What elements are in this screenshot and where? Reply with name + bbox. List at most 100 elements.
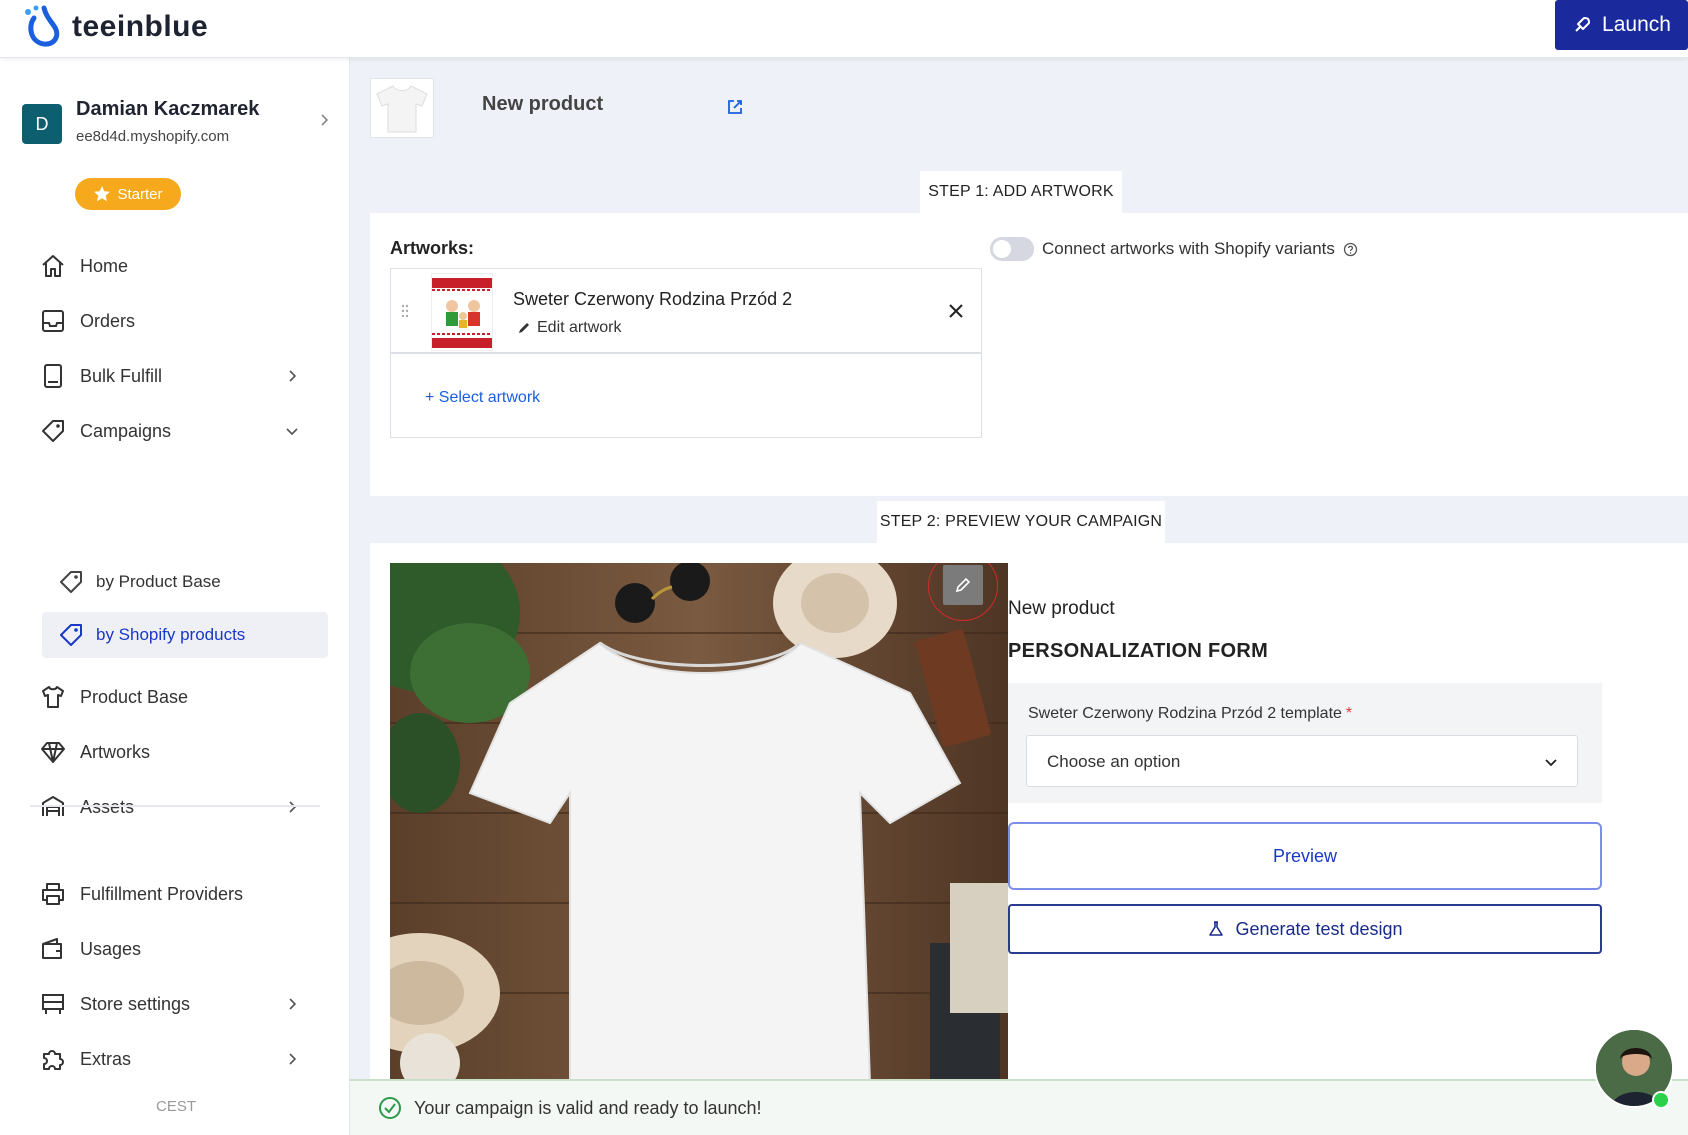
sidebar-item-label: Campaigns xyxy=(80,420,172,441)
artwork-name: Sweter Czerwony Rodzina Przód 2 xyxy=(513,289,793,309)
launch-button[interactable]: Launch xyxy=(1555,0,1688,50)
sidebar-item-artworks[interactable]: Artworks xyxy=(38,732,310,772)
tag-icon xyxy=(42,420,64,442)
step2-tab: STEP 2: PREVIEW YOUR CAMPAIGN xyxy=(877,501,1165,543)
tag-icon xyxy=(60,571,82,593)
connect-variants-text: Connect artworks with Shopify variants xyxy=(1042,239,1335,258)
chevron-down-icon xyxy=(286,428,298,436)
check-circle-icon xyxy=(379,1097,401,1119)
tag-icon xyxy=(60,624,82,646)
sidebar-item-label: Product Base xyxy=(80,686,189,707)
template-select-value: Choose an option xyxy=(1047,752,1181,771)
sidebar-item-label: Assets xyxy=(80,796,135,817)
edit-artwork-link[interactable]: Edit artwork xyxy=(517,319,621,337)
user-account[interactable]: D Damian Kaczmarek ee8d4d.myshopify.com xyxy=(22,98,332,158)
tshirt-thumbnail-icon xyxy=(376,85,428,133)
server-icon xyxy=(42,994,64,1014)
preview-label: Preview xyxy=(1272,845,1338,866)
product-thumbnail xyxy=(370,78,434,138)
template-select[interactable]: Choose an option xyxy=(1026,735,1578,787)
sidebar-item-label: Orders xyxy=(80,310,136,331)
sidebar-divider xyxy=(30,805,320,807)
tshirt-mockup-image xyxy=(390,563,1008,1083)
store-domain: ee8d4d.myshopify.com xyxy=(76,128,230,145)
timezone-label: CEST xyxy=(156,1098,197,1115)
avatar: D xyxy=(22,104,62,144)
sidebar-item-by-product-base[interactable]: by Product Base xyxy=(58,559,328,605)
printer-icon xyxy=(42,883,64,905)
warehouse-icon xyxy=(42,796,64,816)
template-field-label: Sweter Czerwony Rodzina Przód 2 template… xyxy=(1028,705,1352,723)
preview-product-name: New product xyxy=(1008,598,1115,619)
generate-label: Generate test design xyxy=(1235,918,1403,939)
chevron-down-icon xyxy=(1545,759,1557,767)
sidebar-item-assets[interactable]: Assets xyxy=(38,787,310,827)
wallet-icon xyxy=(42,938,62,959)
home-icon xyxy=(42,255,64,277)
preview-button[interactable]: Preview xyxy=(1008,822,1602,890)
connect-variants-toggle[interactable] xyxy=(990,237,1034,261)
sidebar-item-fulfillment-providers[interactable]: Fulfillment Providers xyxy=(38,874,310,914)
sidebar-item-product-base[interactable]: Product Base xyxy=(38,677,310,717)
main-content: New product STEP 1: ADD ARTWORK Artworks… xyxy=(350,58,1688,1135)
chevron-right-icon xyxy=(289,370,297,382)
plan-badge[interactable]: Starter xyxy=(75,178,181,210)
sidebar-item-label: Home xyxy=(80,255,129,276)
artwork-thumbnail xyxy=(431,273,493,351)
sidebar-item-home[interactable]: Home xyxy=(38,246,310,286)
artwork-preview-image xyxy=(432,274,492,350)
inbox-icon xyxy=(42,310,64,332)
top-header: teeinblue Launch xyxy=(0,0,1688,58)
drag-handle-icon[interactable] xyxy=(399,303,411,319)
sidebar-item-usages[interactable]: Usages xyxy=(38,929,310,969)
sidebar-item-label: Store settings xyxy=(80,993,191,1014)
sidebar-item-label: Fulfillment Providers xyxy=(80,883,244,904)
page-title: New product xyxy=(482,93,604,115)
chevron-right-icon[interactable] xyxy=(316,112,332,128)
plan-label: Starter xyxy=(117,185,163,203)
sidebar-item-bulk-fulfill[interactable]: Bulk Fulfill xyxy=(38,356,310,396)
brand-logo[interactable]: teeinblue xyxy=(20,4,208,50)
list-item[interactable]: Sweter Czerwony Rodzina Przód 2 Edit art… xyxy=(391,269,981,354)
sidebar-item-orders[interactable]: Orders xyxy=(38,301,310,341)
status-bar: Your campaign is valid and ready to laun… xyxy=(350,1079,1688,1135)
close-icon[interactable] xyxy=(947,302,965,320)
help-icon[interactable] xyxy=(1343,242,1358,257)
sidebar: D Damian Kaczmarek ee8d4d.myshopify.com … xyxy=(0,58,350,1135)
artworks-label: Artworks: xyxy=(390,238,475,258)
rocket-icon xyxy=(1575,17,1591,32)
pencil-icon xyxy=(519,323,529,333)
teeinblue-logo-icon xyxy=(25,5,60,47)
brand-name: teeinblue xyxy=(72,10,209,43)
artwork-list: Sweter Czerwony Rodzina Przód 2 Edit art… xyxy=(390,268,982,438)
status-message: Your campaign is valid and ready to laun… xyxy=(414,1097,762,1118)
connect-variants-label: Connect artworks with Shopify variants xyxy=(1042,239,1358,259)
puzzle-icon xyxy=(43,1050,64,1070)
sidebar-item-by-shopify-products[interactable]: by Shopify products xyxy=(42,612,328,658)
sidebar-item-label: Usages xyxy=(80,938,142,959)
sidebar-item-campaigns[interactable]: Campaigns xyxy=(38,411,310,451)
required-mark: * xyxy=(1345,705,1353,722)
chevron-right-icon xyxy=(289,998,297,1010)
chevron-right-icon xyxy=(289,801,297,813)
sidebar-item-label: by Shopify products xyxy=(96,625,246,644)
tablet-icon xyxy=(44,364,62,388)
external-link-icon[interactable] xyxy=(726,98,744,116)
launch-label: Launch xyxy=(1602,13,1671,36)
sidebar-item-label: by Product Base xyxy=(96,572,221,591)
sidebar-item-store-settings[interactable]: Store settings xyxy=(38,984,310,1024)
step1-tab: STEP 1: ADD ARTWORK xyxy=(920,171,1122,213)
personalization-form-title: PERSONALIZATION FORM xyxy=(1008,640,1269,662)
select-artwork-link[interactable]: + Select artwork xyxy=(425,389,540,407)
template-field: Sweter Czerwony Rodzina Przód 2 template… xyxy=(1008,683,1602,803)
sidebar-item-label: Bulk Fulfill xyxy=(80,365,163,386)
generate-test-design-button[interactable]: Generate test design xyxy=(1008,904,1602,954)
template-field-text: Sweter Czerwony Rodzina Przód 2 template xyxy=(1028,705,1342,722)
diamond-icon xyxy=(41,742,65,763)
step2-card: New product PERSONALIZATION FORM Sweter … xyxy=(370,543,1688,1135)
sidebar-item-extras[interactable]: Extras xyxy=(38,1039,310,1079)
shirt-icon xyxy=(42,686,64,708)
star-icon xyxy=(94,186,111,202)
user-name: Damian Kaczmarek xyxy=(76,98,260,120)
step1-card: Artworks: Sweter Czerwony Rodzina Przód … xyxy=(370,213,1688,496)
